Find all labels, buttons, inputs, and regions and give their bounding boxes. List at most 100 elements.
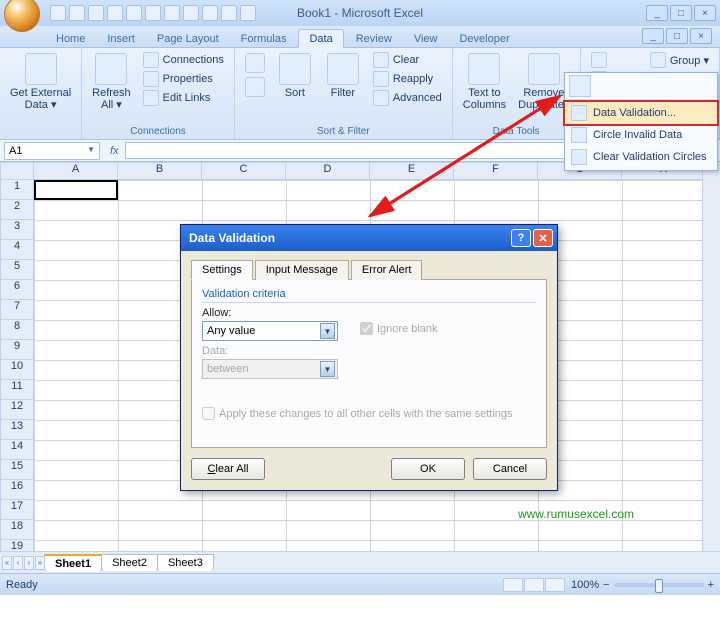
zoom-slider[interactable] xyxy=(614,583,704,587)
row-header[interactable]: 3 xyxy=(0,220,34,240)
tab-insert[interactable]: Insert xyxy=(97,30,145,47)
doc-restore-button[interactable]: □ xyxy=(666,28,688,44)
row-header[interactable]: 13 xyxy=(0,420,34,440)
connections-button[interactable]: Connections xyxy=(139,51,228,69)
dialog-title-bar[interactable]: Data Validation ? ✕ xyxy=(181,225,557,251)
dialog-tab-settings[interactable]: Settings xyxy=(191,260,253,280)
dialog-tab-error-alert[interactable]: Error Alert xyxy=(351,260,423,280)
minimize-button[interactable]: _ xyxy=(646,5,668,21)
zoom-out-button[interactable]: − xyxy=(603,579,609,591)
sheet-nav-first[interactable]: « xyxy=(2,556,12,570)
row-header[interactable]: 4 xyxy=(0,240,34,260)
qat-item-icon[interactable] xyxy=(145,5,161,21)
text-to-columns-button[interactable]: Text to Columns xyxy=(459,51,510,125)
view-break-button[interactable] xyxy=(545,578,565,592)
doc-minimize-button[interactable]: _ xyxy=(642,28,664,44)
row-header[interactable]: 8 xyxy=(0,320,34,340)
qat-print-icon[interactable] xyxy=(107,5,123,21)
qat-item-icon[interactable] xyxy=(164,5,180,21)
name-box[interactable]: A1▼ xyxy=(4,142,100,160)
row-header[interactable]: 17 xyxy=(0,500,34,520)
qat-item-icon[interactable] xyxy=(126,5,142,21)
qat-item-icon[interactable] xyxy=(221,5,237,21)
view-layout-button[interactable] xyxy=(524,578,544,592)
qat-item-icon[interactable] xyxy=(240,5,256,21)
filter-button[interactable]: Filter xyxy=(321,51,365,125)
sheet-nav-next[interactable]: › xyxy=(24,556,34,570)
properties-button[interactable]: Properties xyxy=(139,70,228,88)
qat-item-icon[interactable] xyxy=(183,5,199,21)
allow-combobox[interactable]: Any value▼ xyxy=(202,321,338,341)
get-external-data-button[interactable]: Get External Data ▾ xyxy=(6,51,75,125)
row-header[interactable]: 11 xyxy=(0,380,34,400)
column-header[interactable]: B xyxy=(118,162,202,180)
group-button[interactable]: Group ▾ xyxy=(646,51,713,69)
menu-data-validation[interactable]: Data Validation... xyxy=(563,100,719,126)
fx-icon[interactable]: fx xyxy=(104,145,125,157)
clear-button[interactable]: Clear xyxy=(369,51,446,69)
zoom-in-button[interactable]: + xyxy=(708,579,714,591)
row-header[interactable]: 18 xyxy=(0,520,34,540)
dialog-tab-input-message[interactable]: Input Message xyxy=(255,260,349,280)
row-header[interactable]: 2 xyxy=(0,200,34,220)
tab-page-layout[interactable]: Page Layout xyxy=(147,30,229,47)
data-validation-split-button[interactable] xyxy=(587,51,611,69)
sort-button[interactable]: Sort xyxy=(273,51,317,125)
qat-redo-icon[interactable] xyxy=(88,5,104,21)
row-header[interactable]: 5 xyxy=(0,260,34,280)
column-header[interactable]: F xyxy=(454,162,538,180)
data-tools-group-label: Data Tools xyxy=(459,125,574,137)
qat-item-icon[interactable] xyxy=(202,5,218,21)
row-header[interactable]: 7 xyxy=(0,300,34,320)
advanced-button[interactable]: Advanced xyxy=(369,89,446,107)
tab-review[interactable]: Review xyxy=(346,30,402,47)
sheet-tab-3[interactable]: Sheet3 xyxy=(157,554,214,571)
close-button[interactable]: × xyxy=(694,5,716,21)
tab-data[interactable]: Data xyxy=(298,29,343,48)
column-header[interactable]: D xyxy=(286,162,370,180)
row-header[interactable]: 1 xyxy=(0,180,34,200)
sheet-tab-2[interactable]: Sheet2 xyxy=(101,554,158,571)
row-header[interactable]: 14 xyxy=(0,440,34,460)
qat-save-icon[interactable] xyxy=(50,5,66,21)
chevron-down-icon[interactable]: ▼ xyxy=(320,323,335,339)
tab-view[interactable]: View xyxy=(404,30,448,47)
sheet-tab-1[interactable]: Sheet1 xyxy=(44,554,102,572)
select-all-corner[interactable] xyxy=(0,162,34,180)
column-header[interactable]: C xyxy=(202,162,286,180)
dialog-help-button[interactable]: ? xyxy=(511,229,531,247)
dialog-title: Data Validation xyxy=(189,231,275,245)
menu-clear-circles[interactable]: Clear Validation Circles xyxy=(565,146,717,168)
vertical-scrollbar[interactable] xyxy=(702,162,720,551)
reapply-button[interactable]: Reapply xyxy=(369,70,446,88)
row-header[interactable]: 10 xyxy=(0,360,34,380)
clear-all-button[interactable]: Clear All xyxy=(191,458,265,480)
sheet-nav-prev[interactable]: ‹ xyxy=(13,556,23,570)
tab-developer[interactable]: Developer xyxy=(449,30,519,47)
doc-close-button[interactable]: × xyxy=(690,28,712,44)
ok-button[interactable]: OK xyxy=(391,458,465,480)
watermark-link[interactable]: www.rumusexcel.com xyxy=(518,507,634,521)
row-header[interactable]: 16 xyxy=(0,480,34,500)
column-header[interactable]: E xyxy=(370,162,454,180)
tab-formulas[interactable]: Formulas xyxy=(231,30,297,47)
menu-circle-invalid[interactable]: Circle Invalid Data xyxy=(565,124,717,146)
zoom-percent[interactable]: 100% xyxy=(571,579,599,591)
cancel-button[interactable]: Cancel xyxy=(473,458,547,480)
tab-home[interactable]: Home xyxy=(46,30,95,47)
row-header[interactable]: 15 xyxy=(0,460,34,480)
dialog-close-button[interactable]: ✕ xyxy=(533,229,553,247)
sheet-nav-last[interactable]: » xyxy=(35,556,45,570)
row-header[interactable]: 6 xyxy=(0,280,34,300)
qat-undo-icon[interactable] xyxy=(69,5,85,21)
refresh-all-button[interactable]: Refresh All ▾ xyxy=(88,51,135,125)
edit-links-button[interactable]: Edit Links xyxy=(139,89,228,107)
view-normal-button[interactable] xyxy=(503,578,523,592)
chevron-down-icon[interactable]: ▼ xyxy=(87,145,95,157)
active-cell[interactable] xyxy=(34,180,118,200)
column-header[interactable]: A xyxy=(34,162,118,180)
row-header[interactable]: 12 xyxy=(0,400,34,420)
maximize-button[interactable]: □ xyxy=(670,5,692,21)
sort-az-button[interactable] xyxy=(241,51,269,125)
row-header[interactable]: 9 xyxy=(0,340,34,360)
